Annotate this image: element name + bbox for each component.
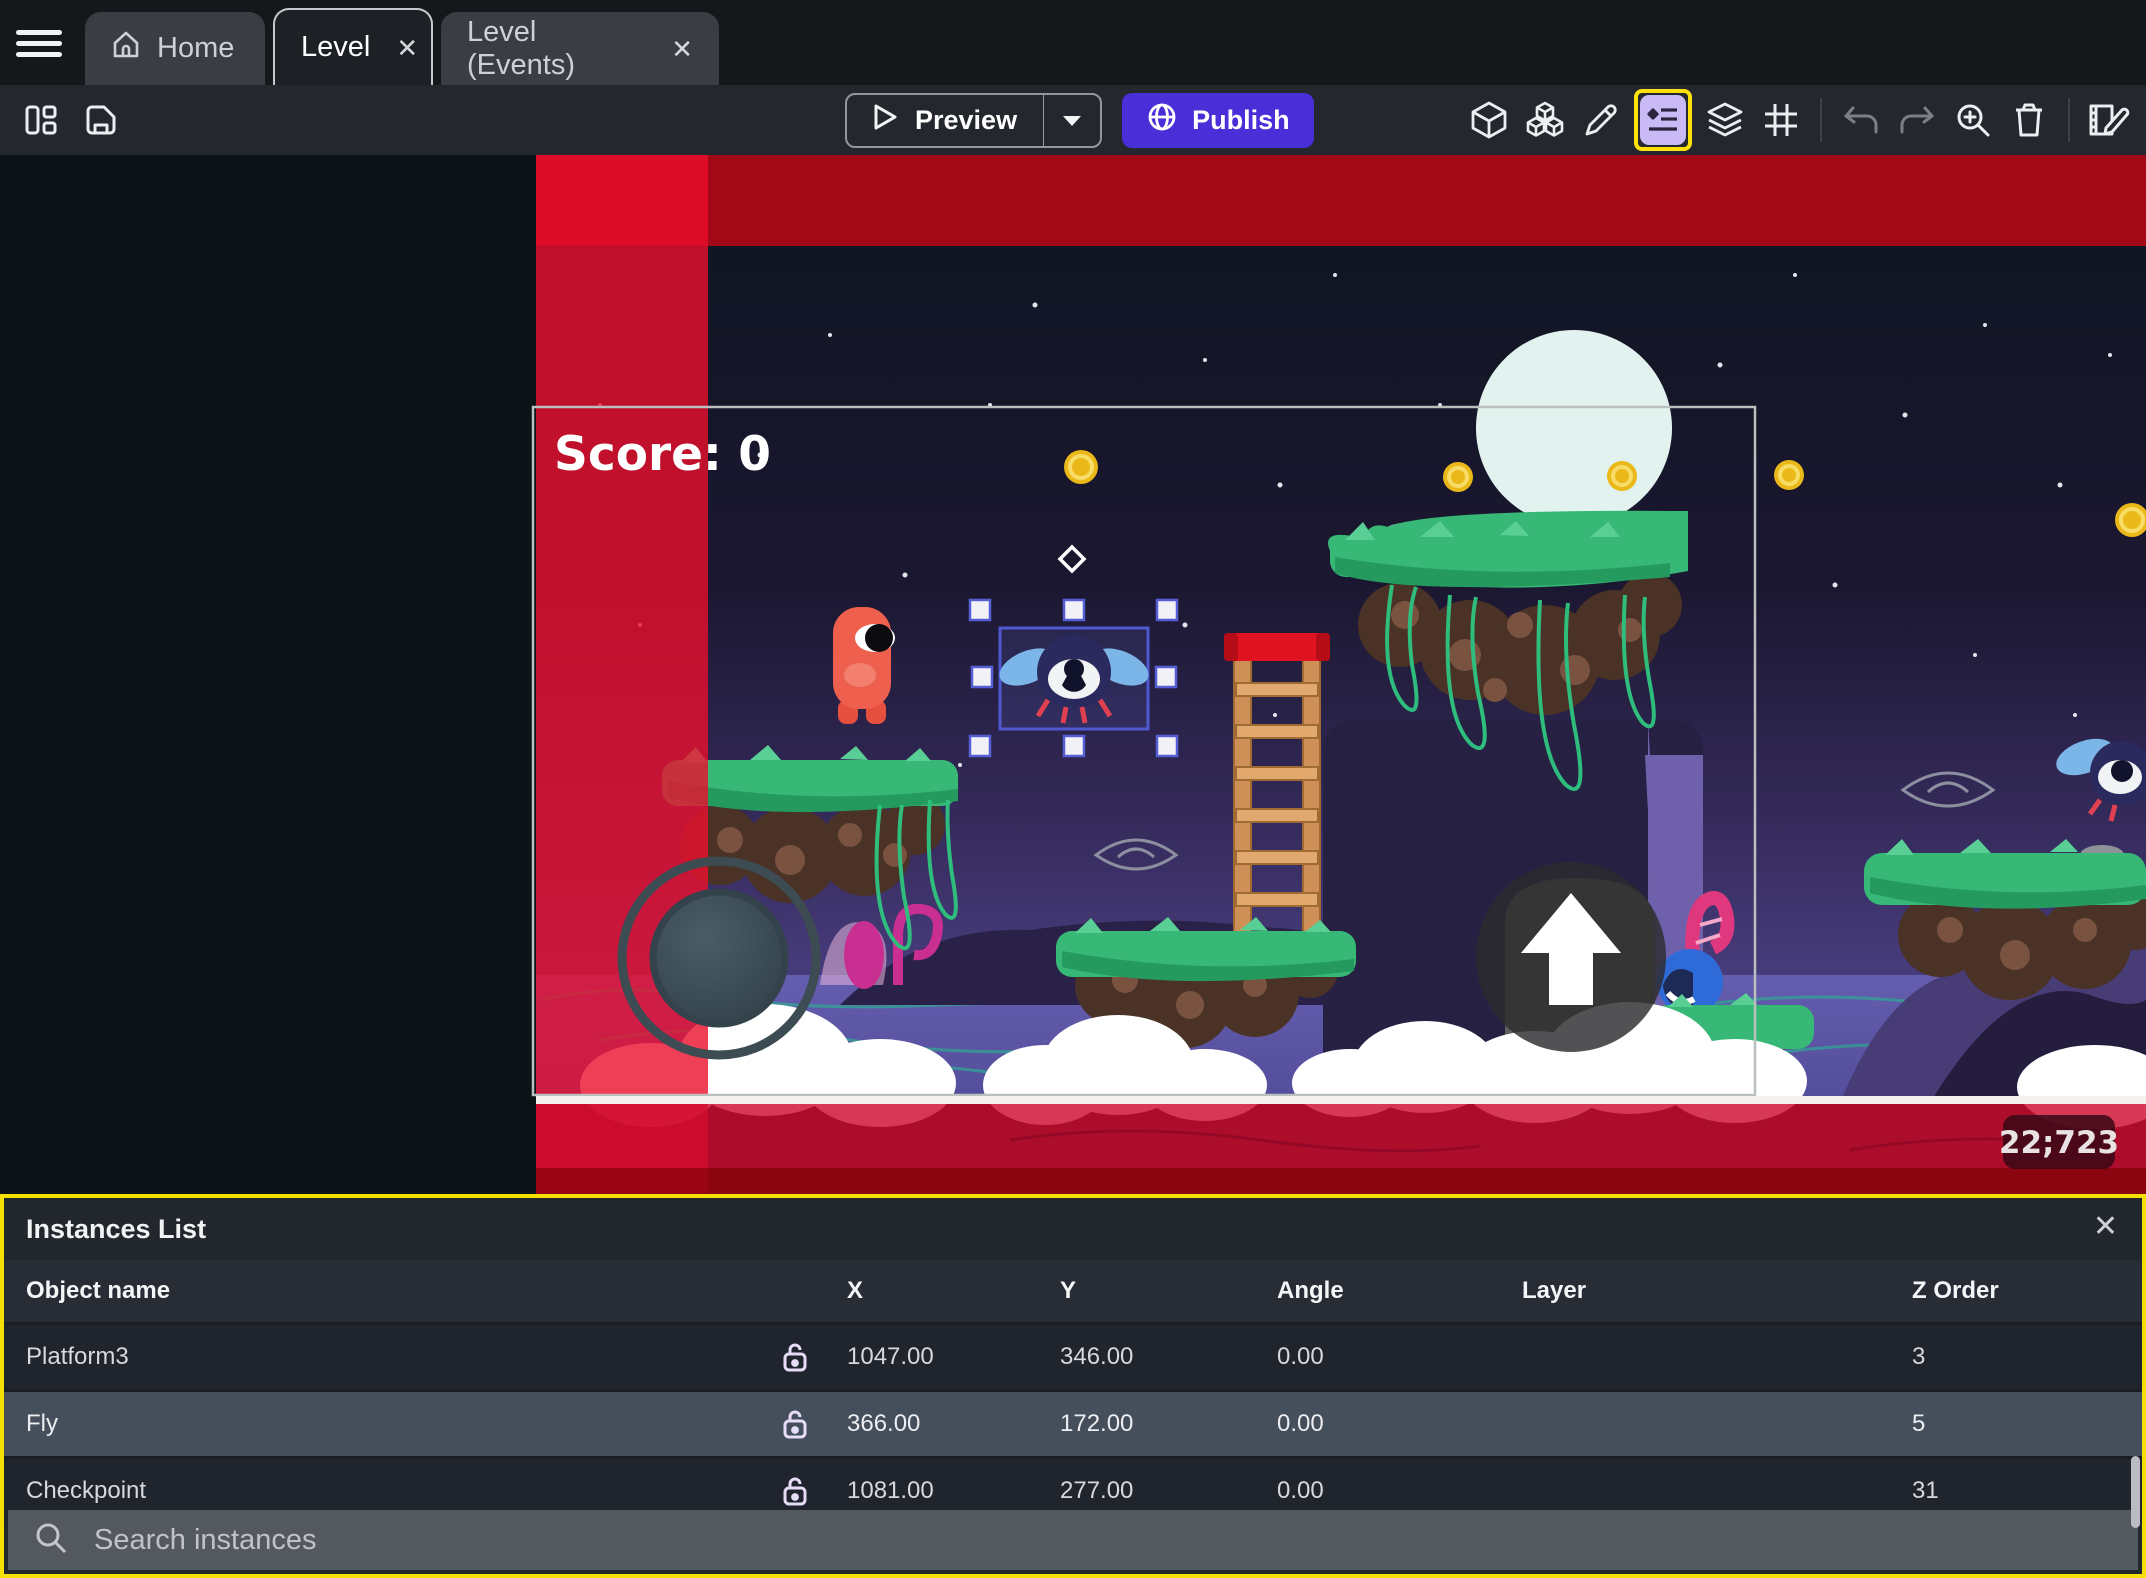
cell-x[interactable]: 1047.00 xyxy=(847,1343,1060,1371)
cell-x[interactable]: 1081.00 xyxy=(847,1477,1060,1505)
toolbar-right-group xyxy=(1466,85,2132,155)
svg-text:22;723: 22;723 xyxy=(1999,1125,2119,1161)
cell-y[interactable]: 277.00 xyxy=(1060,1477,1277,1505)
toolbar-separator xyxy=(2068,98,2070,142)
red-band-bottom xyxy=(536,1104,2146,1168)
instances-list-panel: Instances List ✕ Object name X Y Angle L… xyxy=(0,1194,2146,1578)
cell-z-order[interactable]: 31 xyxy=(1912,1477,2142,1505)
zoom-in-icon[interactable] xyxy=(1950,92,1996,148)
tab-home[interactable]: Home xyxy=(85,12,265,85)
water-foam xyxy=(536,1096,2146,1104)
tab-level-events-close-icon[interactable]: ✕ xyxy=(671,36,693,62)
hamburger-menu-icon[interactable] xyxy=(16,24,62,62)
panel-scrollbar[interactable] xyxy=(2131,1456,2140,1528)
instances-panel-header: Instances List ✕ xyxy=(4,1198,2142,1260)
search-instances-input[interactable] xyxy=(92,1522,1296,1558)
play-icon xyxy=(869,102,899,139)
preview-dropdown-button[interactable] xyxy=(1043,95,1100,146)
cube-icon[interactable] xyxy=(1466,92,1512,148)
tab-level-label: Level xyxy=(301,31,371,63)
cell-y[interactable]: 172.00 xyxy=(1060,1410,1277,1438)
cell-angle[interactable]: 0.00 xyxy=(1277,1410,1522,1438)
red-band-top xyxy=(536,155,2146,246)
tab-level-close-icon[interactable]: ✕ xyxy=(396,35,418,61)
joystick-control[interactable] xyxy=(617,856,821,1060)
preview-button-main[interactable]: Preview xyxy=(847,102,1043,139)
cell-z-order[interactable]: 3 xyxy=(1912,1343,2142,1371)
cell-x[interactable]: 366.00 xyxy=(847,1410,1060,1438)
undo-icon[interactable] xyxy=(1838,92,1884,148)
tab-level-events[interactable]: Level (Events) ✕ xyxy=(441,12,719,85)
column-header-angle[interactable]: Angle xyxy=(1277,1277,1522,1305)
instances-table-header: Object name X Y Angle Layer Z Order xyxy=(4,1260,2142,1322)
table-row-platform3[interactable]: Platform3 1047.00 346.00 0.00 3 xyxy=(4,1322,2142,1389)
cell-object-name: Platform3 xyxy=(26,1343,129,1370)
lock-open-icon[interactable] xyxy=(742,1476,847,1506)
jump-button[interactable] xyxy=(1476,862,1666,1052)
player-character[interactable] xyxy=(833,607,895,724)
chevron-down-icon xyxy=(1060,105,1084,136)
cubes-icon[interactable] xyxy=(1522,92,1568,148)
tab-level[interactable]: Level ✕ xyxy=(273,8,433,85)
grid-icon[interactable] xyxy=(1758,92,1804,148)
preview-button-label: Preview xyxy=(915,105,1018,135)
moon xyxy=(1476,330,1672,526)
tab-home-label: Home xyxy=(157,32,235,64)
layers-icon[interactable] xyxy=(1702,92,1748,148)
column-header-y[interactable]: Y xyxy=(1060,1277,1277,1305)
pencil-icon[interactable] xyxy=(1578,92,1624,148)
redo-icon[interactable] xyxy=(1894,92,1940,148)
publish-button[interactable]: Publish xyxy=(1122,93,1314,148)
column-header-object-name[interactable]: Object name xyxy=(4,1277,742,1305)
instances-panel-title: Instances List xyxy=(26,1213,207,1244)
column-header-x[interactable]: X xyxy=(847,1277,1060,1305)
tab-bar: Home Level ✕ Level (Events) ✕ xyxy=(0,0,2146,85)
lock-open-icon[interactable] xyxy=(742,1409,847,1439)
search-icon xyxy=(34,1521,68,1560)
table-row-fly[interactable]: Fly 366.00 172.00 0.00 5 xyxy=(4,1389,2142,1456)
toolbar-separator xyxy=(1820,98,1822,142)
close-icon[interactable]: ✕ xyxy=(2093,1212,2118,1242)
toolbar-center-group: Preview Publish xyxy=(845,93,1314,148)
column-header-layer[interactable]: Layer xyxy=(1522,1277,1912,1305)
tab-level-events-label: Level (Events) xyxy=(467,15,575,81)
score-hud-text: Score: 0 xyxy=(554,427,771,482)
cell-object-name: Fly xyxy=(26,1410,58,1437)
edit-events-icon[interactable] xyxy=(2086,92,2132,148)
cell-angle[interactable]: 0.00 xyxy=(1277,1343,1522,1371)
cell-angle[interactable]: 0.00 xyxy=(1277,1477,1522,1505)
home-icon xyxy=(111,30,141,68)
instances-list-icon[interactable] xyxy=(1634,89,1692,151)
search-bar xyxy=(8,1510,2138,1570)
lock-open-icon[interactable] xyxy=(742,1342,847,1372)
preview-button[interactable]: Preview xyxy=(845,93,1103,148)
save-icon[interactable] xyxy=(78,92,124,148)
layout-icon[interactable] xyxy=(18,92,64,148)
selected-fly-instance[interactable] xyxy=(994,626,1154,731)
globe-icon xyxy=(1146,101,1178,140)
publish-button-label: Publish xyxy=(1192,105,1290,135)
cell-object-name: Checkpoint xyxy=(26,1477,147,1504)
trash-icon[interactable] xyxy=(2006,92,2052,148)
instances-list-icon-glyph xyxy=(1640,95,1686,145)
cell-y[interactable]: 346.00 xyxy=(1060,1343,1277,1371)
toolbar-left-group xyxy=(18,85,124,155)
cursor-coordinates-badge: 22;723 xyxy=(1999,1115,2119,1169)
red-column-overlay xyxy=(536,155,708,1198)
column-header-z-order[interactable]: Z Order xyxy=(1912,1277,2142,1305)
cell-z-order[interactable]: 5 xyxy=(1912,1410,2142,1438)
scene-editor-canvas[interactable]: Score: 0 22;723 xyxy=(0,155,2146,1198)
